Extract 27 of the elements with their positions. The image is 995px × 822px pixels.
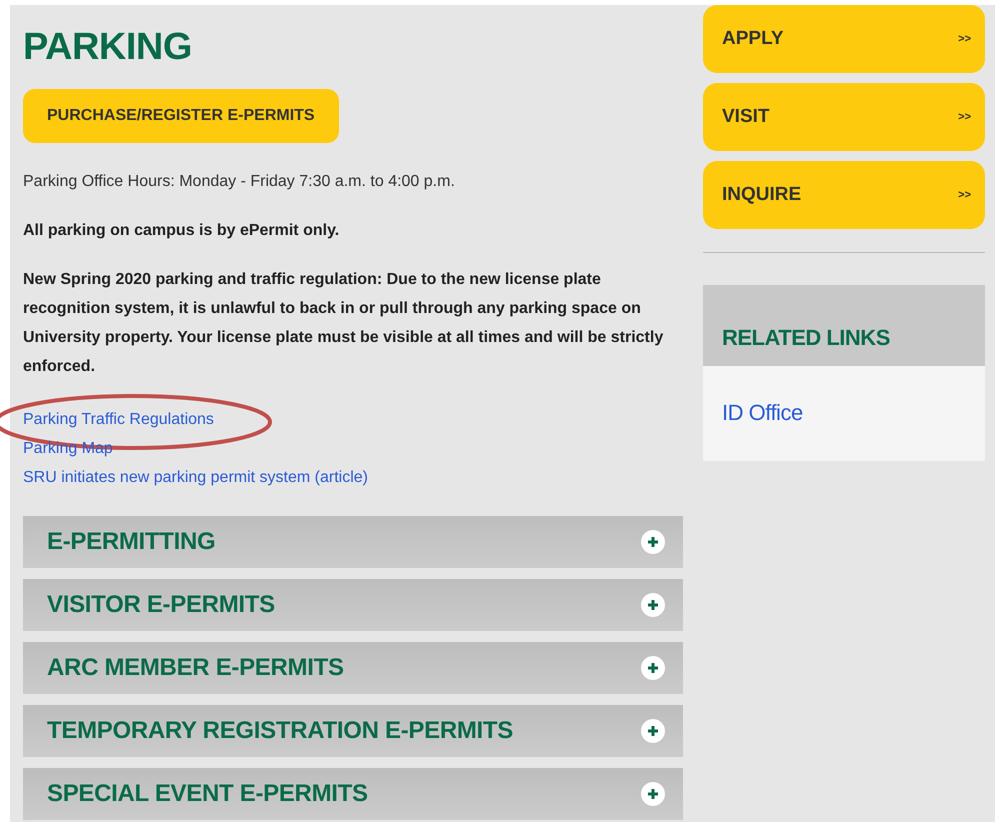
plus-icon[interactable] [641, 592, 665, 617]
plus-icon[interactable] [641, 782, 665, 806]
purchase-button[interactable]: PURCHASE/REGISTER E-PERMITS [23, 88, 339, 143]
accordion-title: TEMPORARY REGISTRATION E-PERMITS [47, 716, 513, 746]
related-links-heading: RELATED LINKS [703, 285, 985, 366]
accordion-header[interactable]: VISITOR E-PERMITS [23, 578, 683, 631]
action-button[interactable]: APPLY >> [703, 5, 985, 73]
accordion-title: VISITOR E-PERMITS [47, 590, 275, 620]
accordion-header[interactable]: SPECIAL EVENT E-PERMITS [23, 768, 683, 820]
text-link[interactable]: Parking Map [23, 440, 113, 457]
text-link[interactable]: SRU initiates new parking permit system (article) [23, 468, 368, 486]
accordion-title: ARC MEMBER E-PERMITS [47, 652, 344, 683]
plus-icon[interactable] [641, 718, 665, 743]
accordion-header[interactable]: E-PERMITTING [23, 516, 683, 568]
plus-icon[interactable] [641, 530, 665, 554]
sidebar-link[interactable]: ID Office [722, 400, 803, 425]
paragraph: Parking Office Hours: Monday - Friday 7:30 a.m. to 4:00 p.m. [23, 172, 456, 192]
accordion-header[interactable]: ARC MEMBER E-PERMITS [23, 642, 683, 694]
accordion-header[interactable]: TEMPORARY REGISTRATION E-PERMITS [23, 704, 683, 757]
page-title: PARKING [23, 25, 193, 70]
plus-icon[interactable] [641, 656, 665, 680]
paragraph: New Spring 2020 parking and traffic regulation: Due to the new license plate recognition system, it is unlawful to back in or pull through any parking space on University property. Your license plate must be visible at all times and will be strictly enforced. [23, 270, 664, 377]
action-button[interactable]: VISIT >> [703, 83, 985, 151]
paragraph: All parking on campus is by ePermit only. [23, 220, 340, 241]
action-button[interactable]: INQUIRE >> [703, 161, 985, 229]
accordion-title: SPECIAL EVENT E-PERMITS [47, 778, 368, 809]
accordion-title: E-PERMITTING [47, 526, 216, 557]
